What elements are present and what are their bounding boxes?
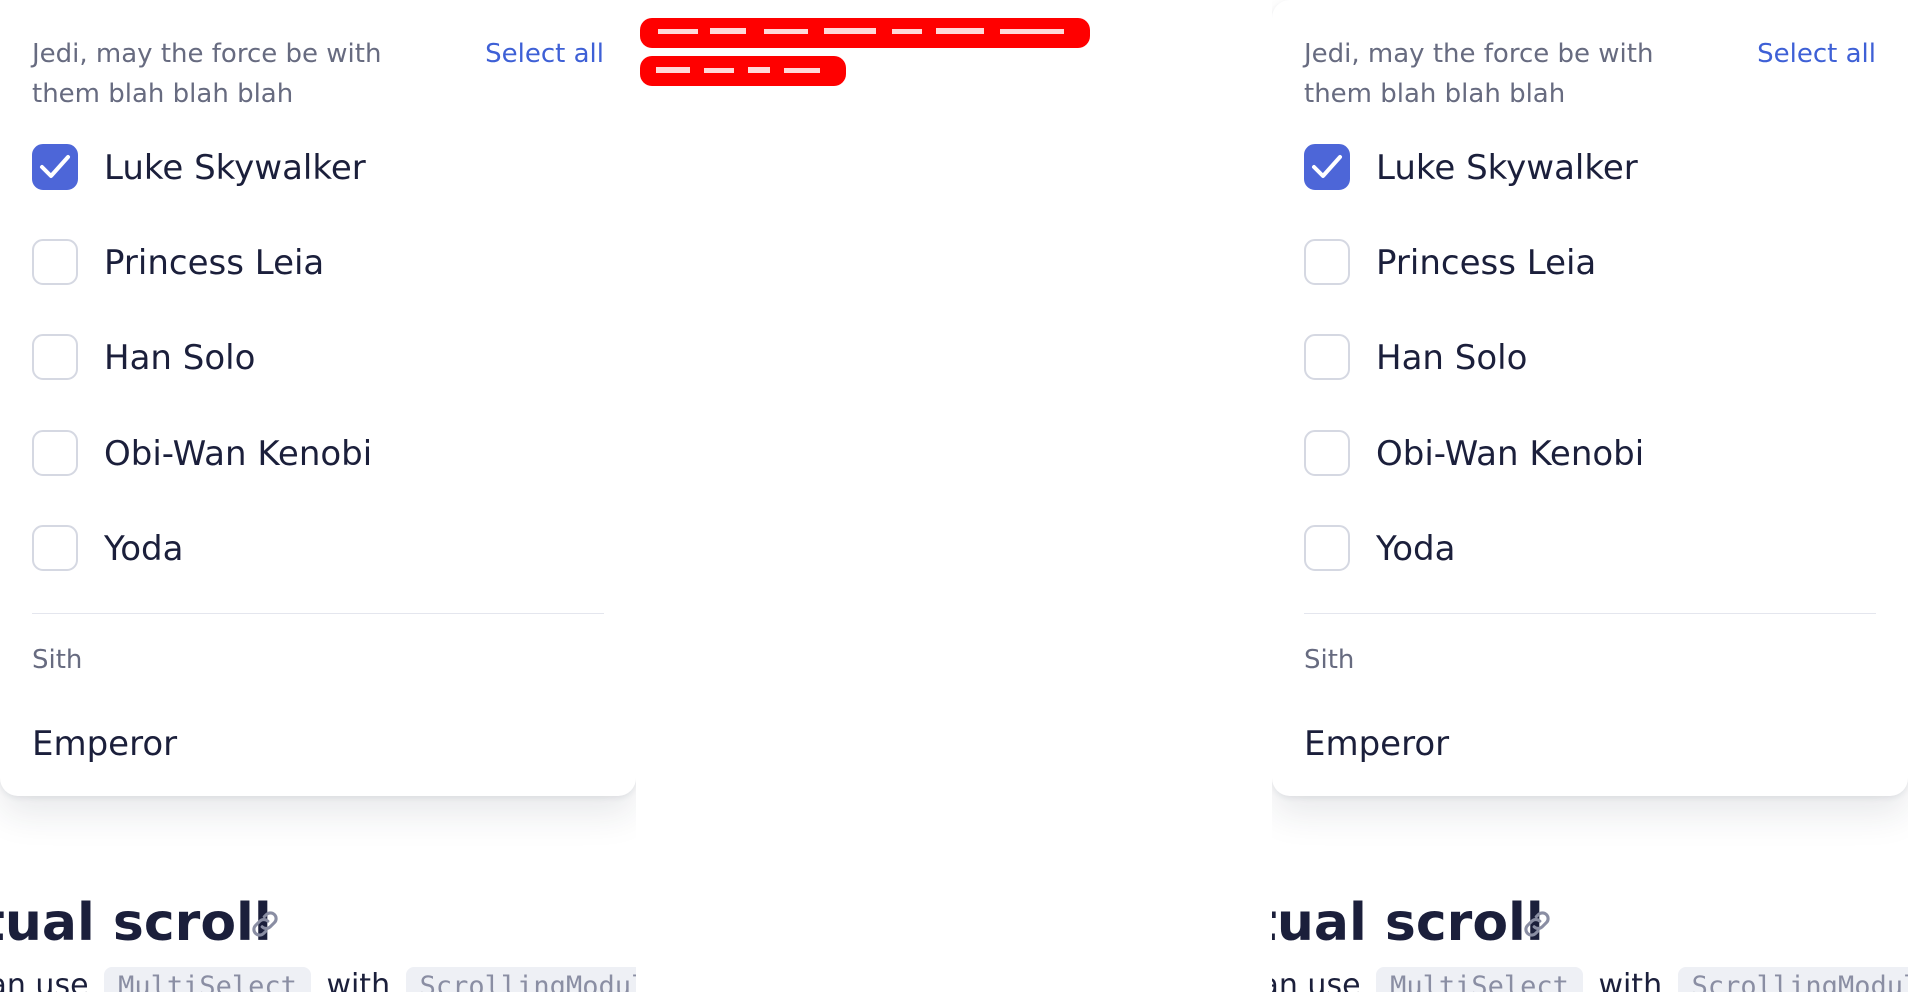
option-label: Princess Leia: [1376, 243, 1597, 283]
option-han-solo[interactable]: Han Solo: [1304, 326, 1876, 390]
checkbox-checked[interactable]: [1304, 144, 1350, 190]
link-icon[interactable]: [248, 907, 282, 941]
option-luke-skywalker[interactable]: Luke Skywalker: [1304, 136, 1876, 200]
check-icon: [1312, 155, 1342, 178]
checkbox[interactable]: [1304, 430, 1350, 476]
para-text: can use: [0, 968, 89, 992]
left-pane: Jedi, may the force be with them blah bl…: [0, 0, 636, 992]
option-obi-wan-kenobi[interactable]: Obi-Wan Kenobi: [1304, 422, 1876, 486]
section-heading: tual scroll: [0, 893, 272, 953]
checkbox[interactable]: [32, 239, 78, 285]
inline-code: MultiSelect: [104, 967, 311, 992]
option-label: Luke Skywalker: [104, 148, 366, 188]
option-label: Han Solo: [1376, 338, 1528, 378]
option-yoda[interactable]: Yoda: [32, 517, 604, 581]
group-divider: [32, 613, 604, 614]
check-icon: [40, 155, 70, 178]
option-label: Obi-Wan Kenobi: [1376, 434, 1645, 474]
checkbox[interactable]: [1304, 525, 1350, 571]
option-label: Obi-Wan Kenobi: [104, 434, 373, 474]
option-label: Yoda: [104, 529, 184, 569]
inline-code: ScrollingModule: [405, 967, 636, 992]
option-emperor[interactable]: Emperor: [32, 712, 177, 776]
group-divider: [1304, 613, 1876, 614]
checkbox[interactable]: [32, 525, 78, 571]
checkbox[interactable]: [1304, 239, 1350, 285]
right-pane: Jedi, may the force be with them blah bl…: [1272, 0, 1908, 992]
group-header-jedi: Jedi, may the force be with them blah bl…: [1304, 34, 1876, 112]
checkbox-checked[interactable]: [32, 144, 78, 190]
para-text: with: [326, 968, 391, 992]
link-icon[interactable]: [1520, 907, 1554, 941]
multiselect-dropdown: Jedi, may the force be with them blah bl…: [0, 0, 636, 796]
option-princess-leia[interactable]: Princess Leia: [32, 231, 604, 295]
inline-code: ScrollingModule: [1677, 967, 1908, 992]
para-text: with: [1598, 968, 1663, 992]
redaction-scribble: [640, 18, 1090, 86]
group-label: Jedi, may the force be with them blah bl…: [1304, 39, 1654, 109]
option-label: Luke Skywalker: [1376, 148, 1638, 188]
checkbox[interactable]: [32, 430, 78, 476]
para-text: can use: [1272, 968, 1361, 992]
option-label: Han Solo: [104, 338, 256, 378]
option-label: Princess Leia: [104, 243, 325, 283]
group-label-sith: Sith: [1304, 645, 1355, 675]
group-label: Jedi, may the force be with them blah bl…: [32, 39, 382, 109]
option-princess-leia[interactable]: Princess Leia: [1304, 231, 1876, 295]
checkbox[interactable]: [1304, 334, 1350, 380]
select-all-link[interactable]: Select all: [485, 34, 604, 74]
option-yoda[interactable]: Yoda: [1304, 517, 1876, 581]
select-all-link[interactable]: Select all: [1757, 34, 1876, 74]
intro-paragraph: can use MultiSelect with ScrollingModule: [1272, 966, 1908, 992]
option-label: Yoda: [1376, 529, 1456, 569]
option-obi-wan-kenobi[interactable]: Obi-Wan Kenobi: [32, 422, 604, 486]
group-header-jedi: Jedi, may the force be with them blah bl…: [32, 34, 604, 112]
option-emperor[interactable]: Emperor: [1304, 712, 1449, 776]
inline-code: MultiSelect: [1376, 967, 1583, 992]
checkbox[interactable]: [32, 334, 78, 380]
section-heading: tual scroll: [1272, 893, 1544, 953]
option-luke-skywalker[interactable]: Luke Skywalker: [32, 136, 604, 200]
intro-paragraph: can use MultiSelect with ScrollingModule: [0, 966, 636, 992]
group-label-sith: Sith: [32, 645, 83, 675]
multiselect-dropdown: Jedi, may the force be with them blah bl…: [1272, 0, 1908, 796]
option-han-solo[interactable]: Han Solo: [32, 326, 604, 390]
